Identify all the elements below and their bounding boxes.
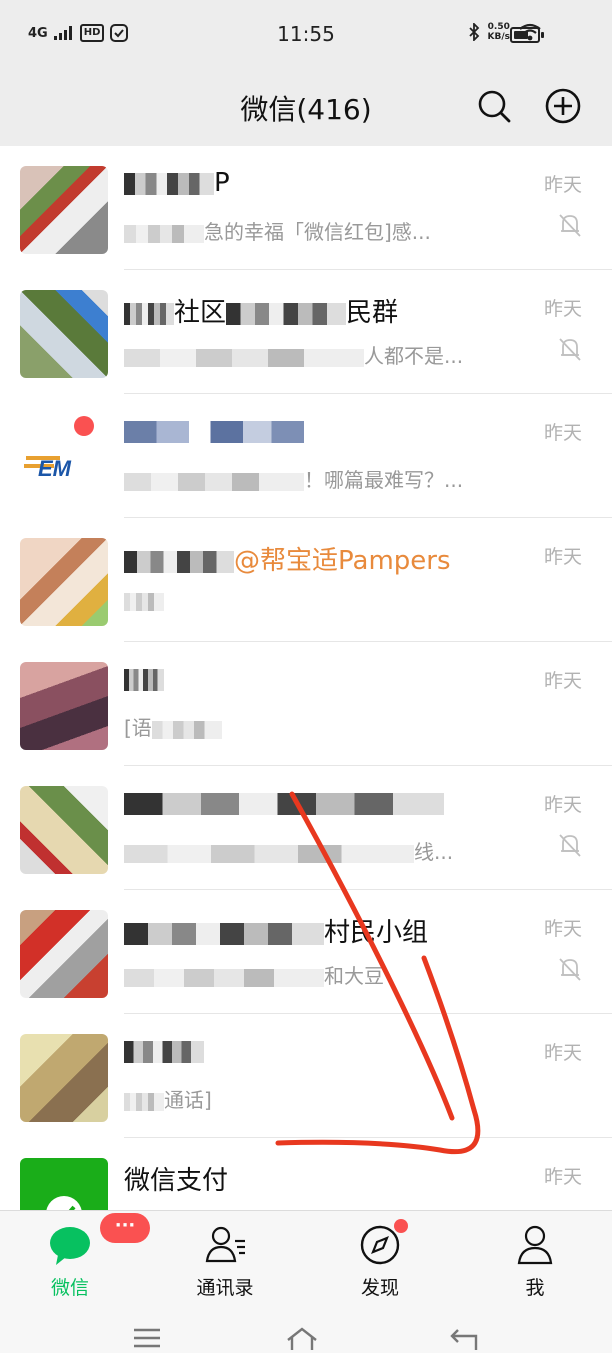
home-icon[interactable] [285,1326,319,1350]
censored-block [124,224,204,243]
tab-label: 发现 [360,1277,399,1299]
chat-name: P [124,168,230,198]
chat-name: 社区 民群 [124,292,398,329]
chat-preview [124,588,164,612]
tab-bar: ··· 微信 通讯录 发现 我 [0,1210,612,1310]
censored-block [226,302,347,325]
censored-block [124,1092,164,1111]
chat-preview: [语 [124,712,222,741]
group-avatar [20,290,108,378]
back-icon[interactable] [448,1326,482,1350]
title-bar: 微信(416) [0,70,612,146]
group-avatar [20,538,108,626]
discover-dot [394,1219,408,1233]
search-icon[interactable] [474,86,514,126]
ems-avatar: EM [20,414,108,502]
tab-me[interactable]: 我 [485,1217,585,1307]
svg-text:EM: EM [38,456,72,481]
ems-logo-icon: EM [24,416,94,481]
tab-label: 通讯录 [196,1277,254,1299]
chat-time: 昨天 [543,298,582,320]
page-title: 微信(416) [240,93,372,126]
censored-block [124,420,304,443]
censored-block [124,1040,204,1063]
chat-row[interactable]: 通话] 昨天 [0,1014,612,1138]
chat-list[interactable]: P 急的幸福「微信红包]感... 昨天 社区 民群 人都不是... 昨天 EM ！… [0,146,612,1210]
chat-row[interactable]: @帮宝适Pampers 昨天 [0,518,612,642]
chat-preview: ！哪篇最难写？... [124,464,463,493]
tab-discover[interactable]: 发现 [330,1217,430,1307]
add-icon[interactable] [543,86,583,126]
censored-block [124,968,324,987]
group-avatar [20,786,108,874]
contact-avatar [20,1034,108,1122]
tab-label: 我 [525,1277,545,1299]
chat-preview: 通话] [124,1084,212,1113]
wechat-pay-icon [46,1196,82,1210]
chat-row[interactable]: 村民小组 和大豆 昨天 [0,890,612,1014]
chat-preview: 和大豆 [124,960,384,989]
chat-time: 昨天 [543,794,582,816]
group-avatar [20,166,108,254]
unread-badge: ··· [100,1213,150,1243]
group-avatar [20,910,108,998]
tab-label: 微信 [50,1277,89,1299]
chat-name [124,788,444,818]
chat-time: 昨天 [543,1042,582,1064]
battery-icon [510,27,544,43]
battery-level [514,31,529,39]
contact-avatar [20,662,108,750]
chat-bubble-icon [50,1227,90,1265]
bluetooth-icon [468,23,479,41]
wechat-pay-avatar [20,1158,108,1210]
chat-row[interactable]: [语 昨天 [0,642,612,766]
censored-block [124,302,174,325]
chat-row[interactable]: EM ！哪篇最难写？... 昨天 [0,394,612,518]
chat-time: 昨天 [543,670,582,692]
system-nav-bar [0,1310,612,1353]
censored-block [124,472,304,491]
contacts-icon [205,1226,245,1263]
censored-block [151,720,222,739]
tab-contacts[interactable]: 通讯录 [175,1217,275,1307]
censored-block [124,844,414,863]
chat-name [124,416,304,446]
tab-chats[interactable]: ··· 微信 [20,1213,150,1307]
person-icon [517,1225,553,1265]
chat-time: 昨天 [543,918,582,940]
chat-time: 昨天 [543,546,582,568]
chat-time: 昨天 [543,174,582,196]
chat-name [124,664,164,694]
mute-bell-icon [559,214,581,237]
chat-name [124,1036,204,1066]
chat-name: 微信支付 [124,1166,229,1196]
censored-block [124,550,234,573]
chat-row[interactable]: 社区 民群 人都不是... 昨天 [0,270,612,394]
censored-block [124,348,364,367]
censored-block [124,792,444,815]
chat-name: @帮宝适Pampers [124,540,451,577]
menu-icon[interactable] [130,1326,164,1350]
chat-row[interactable]: 微信支付 昨天 [0,1138,612,1210]
chat-preview: 线... [124,836,453,865]
status-bar: 4G HD 11:55 0.50 KB/s [0,0,612,70]
network-speed: 0.50 KB/s [487,22,510,42]
chat-time: 昨天 [543,1166,582,1188]
chat-time: 昨天 [543,422,582,444]
chat-name: 村民小组 [124,912,428,949]
chat-row[interactable]: 线... 昨天 [0,766,612,890]
mute-bell-icon [559,834,581,857]
censored-block [124,922,324,945]
mute-bell-icon [559,338,581,361]
censored-block [124,592,164,611]
mute-bell-icon [559,958,581,981]
censored-block [124,172,214,195]
chat-preview: 人都不是... [124,340,463,369]
chat-preview: 急的幸福「微信红包]感... [124,216,431,245]
censored-block [124,668,164,691]
chat-row[interactable]: P 急的幸福「微信红包]感... 昨天 [0,146,612,270]
